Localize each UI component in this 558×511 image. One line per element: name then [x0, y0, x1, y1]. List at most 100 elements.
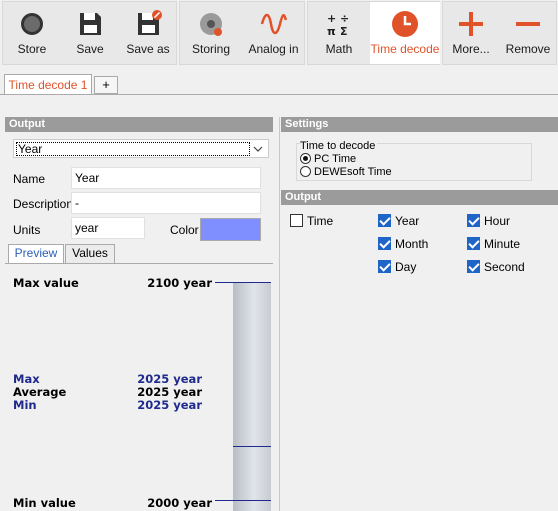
checkbox-box: [378, 214, 391, 227]
level-bar: [233, 282, 271, 511]
time-decode-label: Time decode: [370, 42, 440, 56]
sine-wave-icon: [260, 13, 287, 35]
min-label: Min: [13, 398, 37, 412]
max-value-label: Max value: [13, 276, 79, 290]
time-to-decode-label: Time to decode: [300, 140, 378, 153]
save-as-button[interactable]: Save as: [119, 2, 177, 64]
checkbox-time-label: Time: [307, 214, 334, 228]
add-tab-button[interactable]: +: [94, 76, 118, 94]
output-select[interactable]: Year: [13, 139, 269, 158]
store-label: Store: [17, 42, 47, 56]
clock-icon: [392, 11, 418, 37]
svg-text:π: π: [327, 25, 336, 38]
current-level-line: [233, 446, 271, 447]
name-label: Name: [13, 172, 46, 186]
radio-dot: [300, 166, 311, 177]
analog-in-label: Analog in: [248, 42, 299, 56]
more-label: More...: [452, 42, 490, 56]
checkbox-second-label: Second: [484, 260, 525, 274]
more-button[interactable]: More...: [443, 2, 499, 64]
tab-values[interactable]: Values: [65, 244, 115, 263]
min-reading: 2025 year: [137, 398, 202, 412]
record-icon: [21, 13, 43, 35]
min-value: 2000 year: [147, 496, 212, 510]
output-settings-header: Output: [281, 190, 558, 205]
checkbox-minute-label: Minute: [484, 237, 521, 251]
math-icon: + ÷ π Σ: [327, 12, 349, 38]
save-as-icon: [138, 10, 162, 35]
radio-pc-time-label: PC Time: [314, 153, 357, 165]
radio-dot: [300, 153, 311, 164]
analog-in-button[interactable]: Analog in: [242, 2, 305, 64]
checkbox-box: [467, 237, 480, 250]
math-label: Math: [325, 42, 353, 56]
color-swatch[interactable]: [200, 218, 261, 241]
storing-icon: [200, 13, 222, 36]
max-value: 2100 year: [147, 276, 212, 290]
chevron-down-icon: [253, 146, 263, 152]
name-field[interactable]: Year: [71, 167, 261, 189]
time-to-decode-group: Time to decode PC Time DEWEsoft Time: [296, 140, 532, 181]
max-marker-line: [215, 282, 271, 283]
min-marker-line: [215, 500, 271, 501]
checkbox-time[interactable]: Time: [290, 214, 333, 228]
preview-pane: Max value 2100 year Max 2025 year Averag…: [5, 263, 273, 511]
checkbox-hour[interactable]: Hour: [467, 214, 510, 228]
tab-preview[interactable]: Preview: [8, 244, 64, 263]
checkbox-box: [467, 260, 480, 273]
toolbar-group-modules: + ÷ π Σ Math Time decode: [307, 1, 440, 65]
save-as-label: Save as: [126, 42, 170, 56]
checkbox-minute[interactable]: Minute: [467, 237, 520, 251]
units-field[interactable]: year: [71, 217, 145, 239]
tab-time-decode-1[interactable]: Time decode 1: [4, 74, 92, 95]
checkbox-day-label: Day: [395, 260, 417, 274]
radio-pc-time[interactable]: PC Time: [300, 153, 356, 166]
tab-divider: [0, 94, 558, 95]
radio-dewesoft-time-label: DEWEsoft Time: [314, 166, 392, 178]
panel-divider: [279, 117, 280, 511]
floppy-disk-icon: [80, 13, 101, 35]
checkbox-day[interactable]: Day: [378, 260, 416, 274]
checkbox-box: [290, 214, 303, 227]
description-field[interactable]: -: [71, 192, 261, 214]
toolbar-group-setup: Storing Analog in: [179, 1, 305, 65]
store-button[interactable]: Store: [3, 2, 61, 64]
module-tabbar: Time decode 1 +: [0, 72, 558, 95]
checkbox-year[interactable]: Year: [378, 214, 419, 228]
storing-button[interactable]: Storing: [180, 2, 242, 64]
output-panel-header: Output: [5, 117, 273, 132]
svg-text:Σ: Σ: [340, 25, 348, 38]
toolbar-group-file: Store Save Save as: [2, 1, 177, 65]
checkbox-month-label: Month: [395, 237, 429, 251]
checkbox-box: [467, 214, 480, 227]
checkbox-hour-label: Hour: [484, 214, 511, 228]
checkbox-year-label: Year: [395, 214, 420, 228]
checkbox-box: [378, 237, 391, 250]
svg-text:÷: ÷: [340, 12, 349, 25]
description-label: Description: [13, 197, 74, 211]
time-decode-button[interactable]: Time decode: [370, 2, 440, 64]
radio-dewesoft-time[interactable]: DEWEsoft Time: [300, 166, 392, 179]
save-button[interactable]: Save: [61, 2, 119, 64]
max-reading: 2025 year: [137, 372, 202, 386]
checkbox-box: [378, 260, 391, 273]
checkbox-second[interactable]: Second: [467, 260, 525, 274]
max-label: Max: [13, 372, 40, 386]
output-select-value: Year: [16, 142, 250, 156]
color-label: Color: [170, 223, 199, 237]
min-value-label: Min value: [13, 496, 76, 510]
toolbar-group-edit: More... Remove: [442, 1, 557, 65]
storing-label: Storing: [191, 42, 231, 56]
average-label: Average: [13, 385, 67, 399]
checkbox-month[interactable]: Month: [378, 237, 428, 251]
toolbar: Store Save Save as Storing Analog in + ÷ π…: [0, 0, 558, 66]
average-reading: 2025 year: [137, 385, 202, 399]
units-label: Units: [13, 223, 41, 237]
remove-label: Remove: [505, 42, 551, 56]
svg-text:+: +: [327, 12, 336, 25]
settings-panel-header: Settings: [281, 117, 558, 132]
math-button[interactable]: + ÷ π Σ Math: [308, 2, 370, 64]
remove-button[interactable]: Remove: [499, 2, 557, 64]
plus-icon: [459, 12, 483, 36]
save-label: Save: [76, 42, 104, 56]
